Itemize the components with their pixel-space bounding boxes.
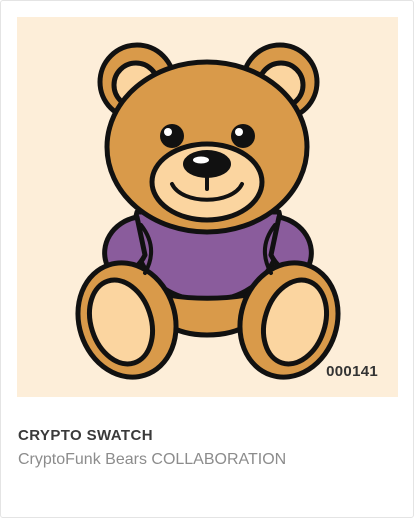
nft-card[interactable]: 000141 CRYPTO SWATCH CryptoFunk Bears CO… <box>0 0 414 518</box>
nose <box>183 150 231 178</box>
right-eye <box>231 124 255 148</box>
token-id: 000141 <box>326 363 378 380</box>
nft-artwork[interactable]: 000141 <box>17 17 398 397</box>
collection-title[interactable]: CRYPTO SWATCH <box>18 427 153 444</box>
teddy-bear-illustration <box>75 42 341 380</box>
collection-subtitle: CryptoFunk Bears COLLABORATION <box>18 451 287 468</box>
left-eye <box>160 124 184 148</box>
